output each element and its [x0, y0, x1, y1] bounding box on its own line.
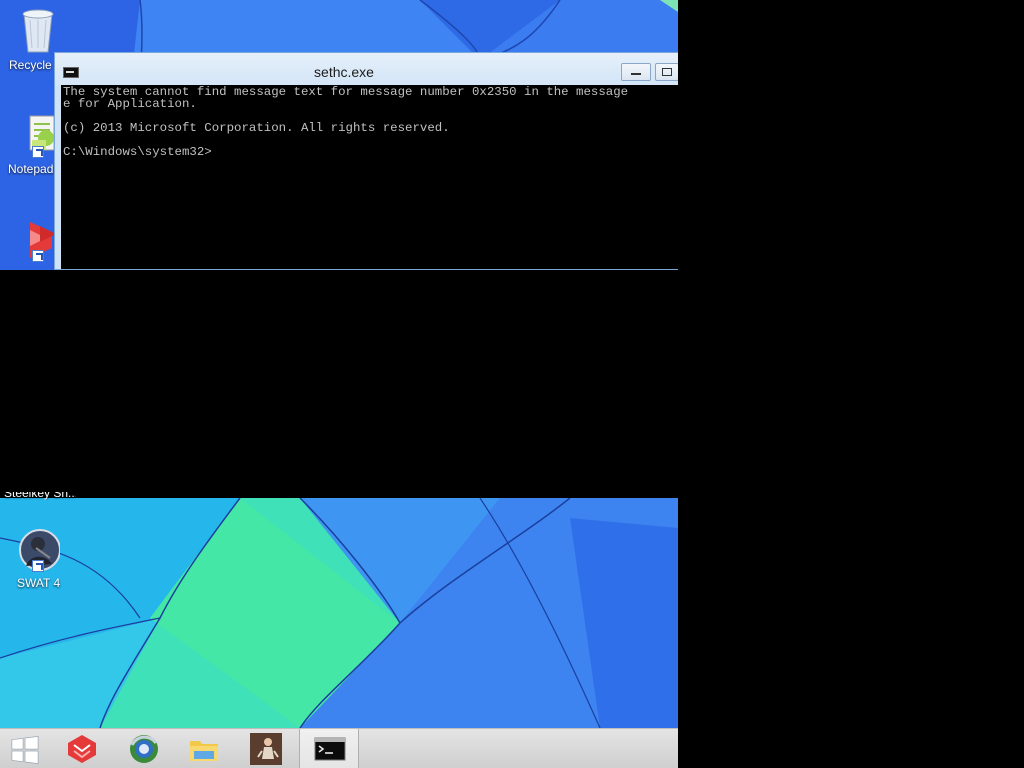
- command-prompt-icon: [314, 737, 346, 761]
- taskbar-command-prompt[interactable]: [299, 729, 359, 768]
- recycle-bin-icon: [16, 6, 60, 53]
- file-explorer-icon: [190, 741, 218, 761]
- steelkey-icon: [68, 735, 96, 763]
- swat4-game-icon: [16, 528, 61, 572]
- taskbar-steelkey[interactable]: [52, 729, 112, 768]
- wallpaper-bottom: [0, 498, 678, 728]
- shortcut-arrow-icon: [32, 250, 44, 262]
- black-rendering-gap: [0, 270, 678, 498]
- console-line: e for Application.: [63, 97, 197, 111]
- console-window[interactable]: sethc.exe The system cannot find message…: [54, 52, 678, 270]
- desktop-icon-label: Steelkey Sh...: [4, 492, 76, 500]
- minimize-button[interactable]: [621, 63, 651, 81]
- taskbar-start-button[interactable]: [0, 729, 60, 768]
- console-title-bar[interactable]: sethc.exe: [55, 53, 678, 85]
- console-prompt: C:\Windows\system32>: [63, 145, 212, 159]
- taskbar-browser[interactable]: [114, 729, 174, 768]
- browser-globe-icon: [130, 735, 158, 763]
- maximize-button[interactable]: [655, 63, 678, 81]
- shortcut-arrow-icon: [32, 560, 44, 572]
- desktop-icon-label: SWAT 4: [17, 576, 61, 590]
- desktop-icon-swat4[interactable]: SWAT 4: [0, 528, 76, 590]
- shortcut-arrow-icon: [32, 146, 44, 158]
- console-output[interactable]: The system cannot find message text for …: [61, 85, 678, 269]
- console-line: (c) 2013 Microsoft Corporation. All righ…: [63, 121, 450, 135]
- taskbar-file-explorer[interactable]: [174, 729, 234, 768]
- taskbar-app[interactable]: [236, 729, 296, 768]
- desktop-icon-steelkey-label: Steelkey Sh...: [0, 492, 76, 504]
- taskbar: [0, 728, 678, 768]
- desktop: Recycle Notepad Steelkey Sh... SWAT 4 se…: [0, 0, 678, 768]
- app-figure-icon: [250, 733, 282, 765]
- windows-start-icon: [11, 735, 39, 765]
- console-title: sethc.exe: [314, 64, 374, 80]
